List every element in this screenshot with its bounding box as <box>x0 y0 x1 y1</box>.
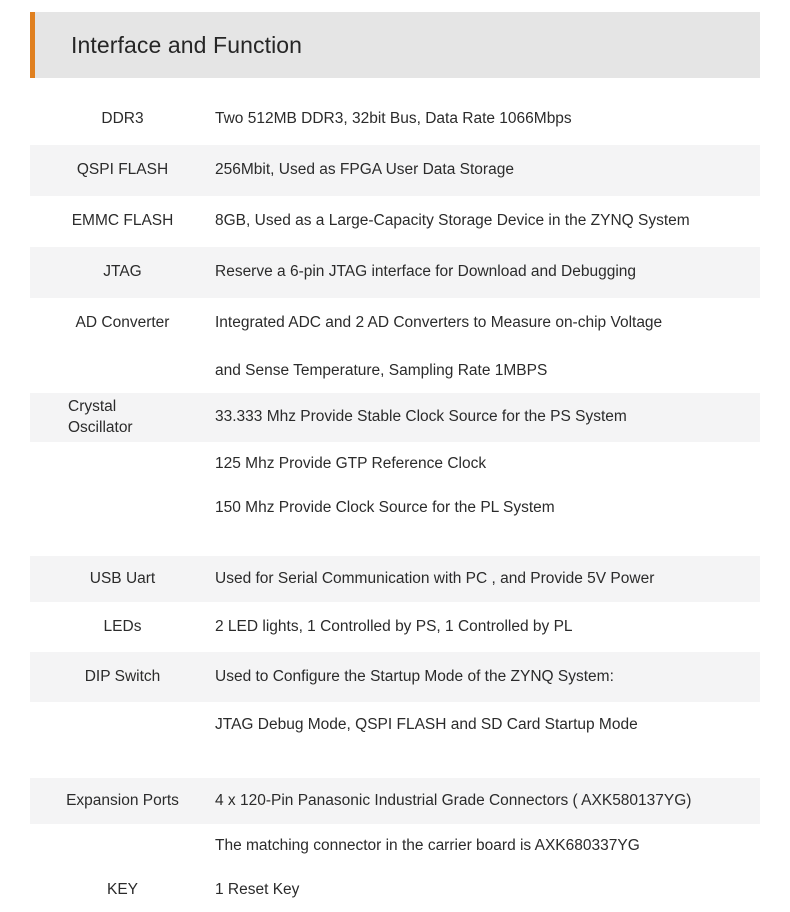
table-row-continuation: The matching connector in the carrier bo… <box>30 824 760 868</box>
row-label: DIP Switch <box>84 667 161 685</box>
table-row: DDR3 Two 512MB DDR3, 32bit Bus, Data Rat… <box>30 94 760 145</box>
table-row: JTAG Reserve a 6-pin JTAG interface for … <box>30 247 760 298</box>
row-value: 256Mbit, Used as FPGA User Data Storage <box>215 161 514 179</box>
row-value: 33.333 Mhz Provide Stable Clock Source f… <box>215 408 627 426</box>
row-label: LEDs <box>103 617 142 635</box>
row-label: USB Uart <box>89 569 156 587</box>
row-value: Used to Configure the Startup Mode of th… <box>215 667 614 685</box>
row-value: Used for Serial Communication with PC , … <box>215 569 655 587</box>
table-row-continuation: and Sense Temperature, Sampling Rate 1MB… <box>30 349 760 393</box>
table-row: LEDs 2 LED lights, 1 Controlled by PS, 1… <box>30 602 760 652</box>
table-row: AD Converter Integrated ADC and 2 AD Con… <box>30 298 760 349</box>
table-row: DIP Switch Used to Configure the Startup… <box>30 652 760 702</box>
row-value: Integrated ADC and 2 AD Converters to Me… <box>215 314 663 332</box>
row-value: 150 Mhz Provide Clock Source for the PL … <box>215 498 555 516</box>
accent-bar-icon <box>30 12 35 78</box>
page-title: Interface and Function <box>71 31 303 58</box>
specification-page: Interface and Function DDR3 Two 512MB DD… <box>0 0 790 898</box>
interface-function-table: DDR3 Two 512MB DDR3, 32bit Bus, Data Rat… <box>30 94 760 912</box>
row-label: KEY <box>106 880 138 898</box>
row-label: DDR3 <box>101 110 144 128</box>
row-value: 2 LED lights, 1 Controlled by PS, 1 Cont… <box>215 617 573 635</box>
table-row: USB Uart Used for Serial Communication w… <box>30 556 760 602</box>
row-value: and Sense Temperature, Sampling Rate 1MB… <box>215 361 548 379</box>
row-gap <box>30 748 760 778</box>
row-value: Reserve a 6-pin JTAG interface for Downl… <box>215 263 637 281</box>
row-value: 125 Mhz Provide GTP Reference Clock <box>215 454 487 472</box>
table-row: Crystal Oscillator 33.333 Mhz Provide St… <box>30 393 760 442</box>
row-label: EMMC FLASH <box>71 212 174 230</box>
row-label: QSPI FLASH <box>76 161 169 179</box>
row-label: JTAG <box>103 263 142 281</box>
row-value: JTAG Debug Mode, QSPI FLASH and SD Card … <box>215 715 638 733</box>
section-header: Interface and Function <box>30 12 760 78</box>
table-row-continuation: 150 Mhz Provide Clock Source for the PL … <box>30 486 760 530</box>
row-label: AD Converter <box>75 314 170 332</box>
row-value: 8GB, Used as a Large-Capacity Storage De… <box>215 212 690 230</box>
table-row-continuation: JTAG Debug Mode, QSPI FLASH and SD Card … <box>30 702 760 748</box>
row-gap <box>30 530 760 556</box>
row-value: 1 Reset Key <box>215 880 300 898</box>
row-label: Expansion Ports <box>66 791 179 809</box>
row-value: 4 x 120-Pin Panasonic Industrial Grade C… <box>215 791 692 809</box>
table-row: Expansion Ports 4 x 120-Pin Panasonic In… <box>30 778 760 824</box>
table-row: EMMC FLASH 8GB, Used as a Large-Capacity… <box>30 196 760 247</box>
table-row: QSPI FLASH 256Mbit, Used as FPGA User Da… <box>30 145 760 196</box>
row-label: Crystal Oscillator <box>68 397 133 436</box>
table-row: KEY 1 Reset Key <box>30 868 760 912</box>
table-row-continuation: 125 Mhz Provide GTP Reference Clock <box>30 442 760 486</box>
row-value: Two 512MB DDR3, 32bit Bus, Data Rate 106… <box>215 110 572 128</box>
